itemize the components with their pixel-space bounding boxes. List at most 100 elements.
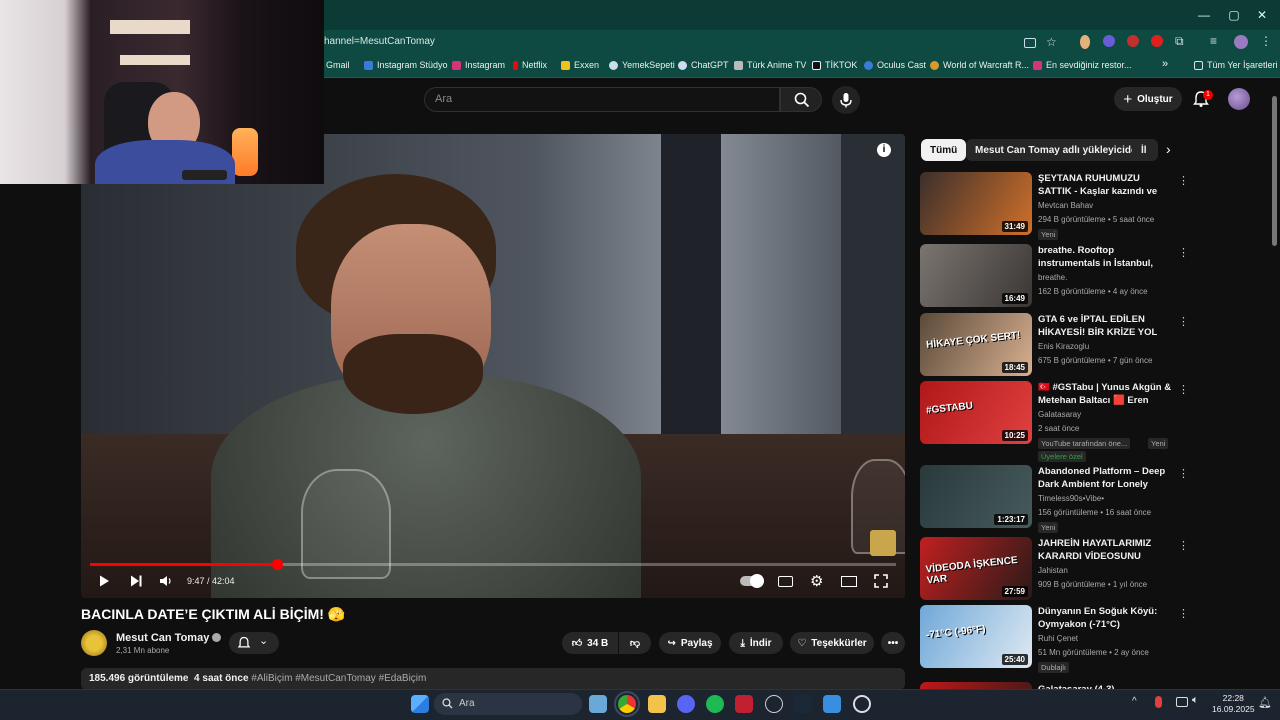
recommendation-item[interactable]: HİKAYE ÇOK SERT! 18:45 GTA 6 ve İPTAL EDİL… [920, 313, 1190, 377]
chip-from-uploader[interactable]: Mesut Can Tomay adlı yükleyiciden [966, 139, 1152, 161]
next-video-icon[interactable] [129, 574, 143, 588]
recommendation-item[interactable]: 1:23:17 Abandoned Platform – Deep Dark Am… [920, 465, 1190, 533]
recommendation-channel[interactable]: Galatasaray [1038, 410, 1081, 419]
bookmark-instagram-studio[interactable]: Instagram Stüdyo [364, 60, 448, 70]
dislike-button[interactable]: 👎︎ [619, 632, 651, 654]
recommendation-channel[interactable]: Mevtcan Bahav [1038, 201, 1093, 210]
network-icon[interactable] [1176, 697, 1188, 707]
bookmark-world-of-warcraft[interactable]: World of Warcraft R... [930, 60, 1029, 70]
theater-mode-icon[interactable] [841, 576, 857, 587]
bookmark-tiktok[interactable]: TİKTOK [812, 60, 857, 70]
recommendation-thumbnail[interactable]: VİDEODA İŞKENCE VAR 27:59 [920, 537, 1032, 600]
download-button[interactable]: ⤓ İndir [729, 632, 783, 654]
bookmark-star-icon[interactable]: ☆ [1046, 35, 1057, 49]
chrome-icon[interactable] [614, 691, 640, 717]
bookmark-gmail[interactable]: Gmail [326, 60, 350, 70]
maximize-button[interactable]: ▢ [1220, 6, 1248, 24]
bookmark-restaurant[interactable]: En sevdiğiniz restor... [1033, 60, 1132, 70]
fullscreen-icon[interactable] [874, 574, 888, 588]
recommendation-title[interactable]: breathe. Rooftop instrumentals in İstanb… [1038, 244, 1174, 271]
voicemeeter-icon[interactable] [735, 695, 753, 713]
more-options-icon[interactable]: ⋮ [1178, 174, 1189, 187]
channel-avatar[interactable] [81, 630, 107, 656]
recommendation-item[interactable]: -71°C (-96°F) 25:40 Dünyanın En Soğuk Köyü… [920, 605, 1190, 673]
info-icon[interactable]: i [877, 143, 891, 157]
chip-all[interactable]: Tümü [921, 139, 967, 161]
more-options-icon[interactable]: ⋮ [1178, 383, 1189, 396]
minimize-button[interactable]: — [1190, 6, 1218, 24]
bookmark-chatgpt[interactable]: ChatGPT [678, 60, 729, 70]
extension-icon[interactable] [1103, 35, 1115, 47]
bookmark-netflix[interactable]: Netflix [513, 60, 547, 70]
recommendation-thumbnail[interactable]: 31:49 [920, 172, 1032, 235]
create-button[interactable]: + Oluştur [1114, 87, 1182, 111]
browser-menu-icon[interactable]: ⋮ [1260, 34, 1272, 48]
thanks-button[interactable]: ♡ Teşekkürler [790, 632, 874, 654]
notification-center-icon[interactable]: 🔔︎ [1258, 696, 1272, 709]
extension-icon[interactable] [1151, 35, 1163, 47]
bookmark-exxen[interactable]: Exxen [561, 60, 599, 70]
extensions-puzzle-icon[interactable]: ⧉ [1175, 34, 1184, 49]
tab-search-icon[interactable]: ≡ [1210, 34, 1217, 48]
settings-app-icon[interactable] [853, 695, 871, 713]
progress-scrubber-handle[interactable] [272, 559, 283, 570]
voice-search-button[interactable] [832, 86, 860, 114]
recommendation-title[interactable]: 🇹🇷 #GSTabu | Yunus Akgün & Metehan Balta… [1038, 381, 1174, 408]
play-icon[interactable] [97, 574, 111, 588]
app-icon[interactable] [823, 695, 841, 713]
recommendation-channel[interactable]: Timeless90s•Vibe• [1038, 494, 1104, 503]
hashtags[interactable]: #AliBiçim #MesutCanTomay #EdaBiçim [251, 673, 426, 684]
file-explorer-icon[interactable] [648, 695, 666, 713]
recommendation-item[interactable]: 16:49 breathe. Rooftop instrumentals in İ… [920, 244, 1190, 308]
recommendation-thumbnail[interactable]: #GSTABU 10:25 [920, 381, 1032, 444]
recommendation-title[interactable]: JAHREİN HAYATLARIMIZ KARARDI VİDEOSUNU İ… [1038, 537, 1174, 564]
recommendation-item[interactable]: #GSTABU 10:25 🇹🇷 #GSTabu | Yunus Akgün & M… [920, 381, 1190, 462]
bookmarks-overflow-button[interactable]: » [1162, 58, 1168, 70]
microphone-tray-icon[interactable] [1155, 696, 1162, 708]
system-clock[interactable]: 22:28 16.09.2025 [1212, 693, 1255, 715]
more-actions-button[interactable]: ••• [881, 632, 905, 654]
extension-icon[interactable] [1127, 35, 1139, 47]
steam-icon[interactable] [794, 695, 812, 713]
settings-gear-icon[interactable]: ⚙ [810, 572, 823, 590]
obs-icon[interactable] [765, 695, 783, 713]
video-player[interactable] [81, 134, 905, 598]
start-windows-icon[interactable] [411, 695, 429, 713]
subtitles-icon[interactable] [778, 576, 793, 587]
recommendation-title[interactable]: Abandoned Platform – Deep Dark Ambient f… [1038, 465, 1174, 492]
url-text[interactable]: hannel=MesutCanTomay [324, 36, 435, 47]
bookmark-oculus-cast[interactable]: Oculus Cast [864, 60, 926, 70]
profile-avatar-icon[interactable] [1234, 35, 1248, 49]
channel-name[interactable]: Mesut Can Tomay [116, 632, 222, 644]
like-button[interactable]: 👍︎ 34 B [562, 632, 618, 654]
recommendation-channel[interactable]: Ruhi Çenet [1038, 634, 1078, 643]
recommendation-channel[interactable]: breathe. [1038, 273, 1067, 282]
widgets-icon[interactable] [589, 695, 607, 713]
search-input[interactable]: Ara [424, 87, 780, 112]
recommendation-title[interactable]: Dünyanın En Soğuk Köyü: Oymyakon (-71°C) [1038, 605, 1174, 631]
recommendation-item[interactable]: 31:49 ŞEYTANA RUHUMUZU SATTIK - Kaşlar ka… [920, 172, 1190, 240]
discord-icon[interactable] [677, 695, 695, 713]
recommendation-thumbnail[interactable]: HİKAYE ÇOK SERT! 18:45 [920, 313, 1032, 376]
recommendation-thumbnail[interactable]: 16:49 [920, 244, 1032, 307]
recommendation-item[interactable]: VİDEODA İŞKENCE VAR 27:59 JAHREİN HAYATLAR… [920, 537, 1190, 601]
close-window-button[interactable]: ✕ [1248, 6, 1276, 24]
speaker-icon[interactable]: 🔈︎ [1192, 694, 1199, 707]
description-box[interactable]: 185.496 görüntüleme 4 saat önce #AliBiçi… [81, 668, 905, 690]
chip-related[interactable]: İl [1132, 139, 1158, 161]
autoplay-toggle[interactable] [740, 574, 764, 588]
volume-icon[interactable] [159, 575, 173, 587]
scrollbar-thumb[interactable] [1272, 96, 1277, 246]
channel-watermark[interactable] [870, 530, 896, 556]
spotify-icon[interactable] [706, 695, 724, 713]
all-bookmarks[interactable]: Tüm Yer İşaretleri [1194, 60, 1278, 70]
taskbar-search[interactable]: Ara [434, 693, 582, 715]
cast-icon[interactable] [1024, 38, 1036, 48]
recommendation-title[interactable]: ŞEYTANA RUHUMUZU SATTIK - Kaşlar kazındı… [1038, 172, 1174, 199]
bookmark-instagram[interactable]: Instagram [452, 60, 505, 70]
more-options-icon[interactable]: ⋮ [1178, 246, 1189, 259]
recommendation-thumbnail-partial[interactable] [920, 682, 1032, 689]
recommendation-thumbnail[interactable]: 1:23:17 [920, 465, 1032, 528]
more-options-icon[interactable]: ⋮ [1178, 315, 1189, 328]
bookmark-yemeksepeti[interactable]: YemekSepeti [609, 60, 675, 70]
